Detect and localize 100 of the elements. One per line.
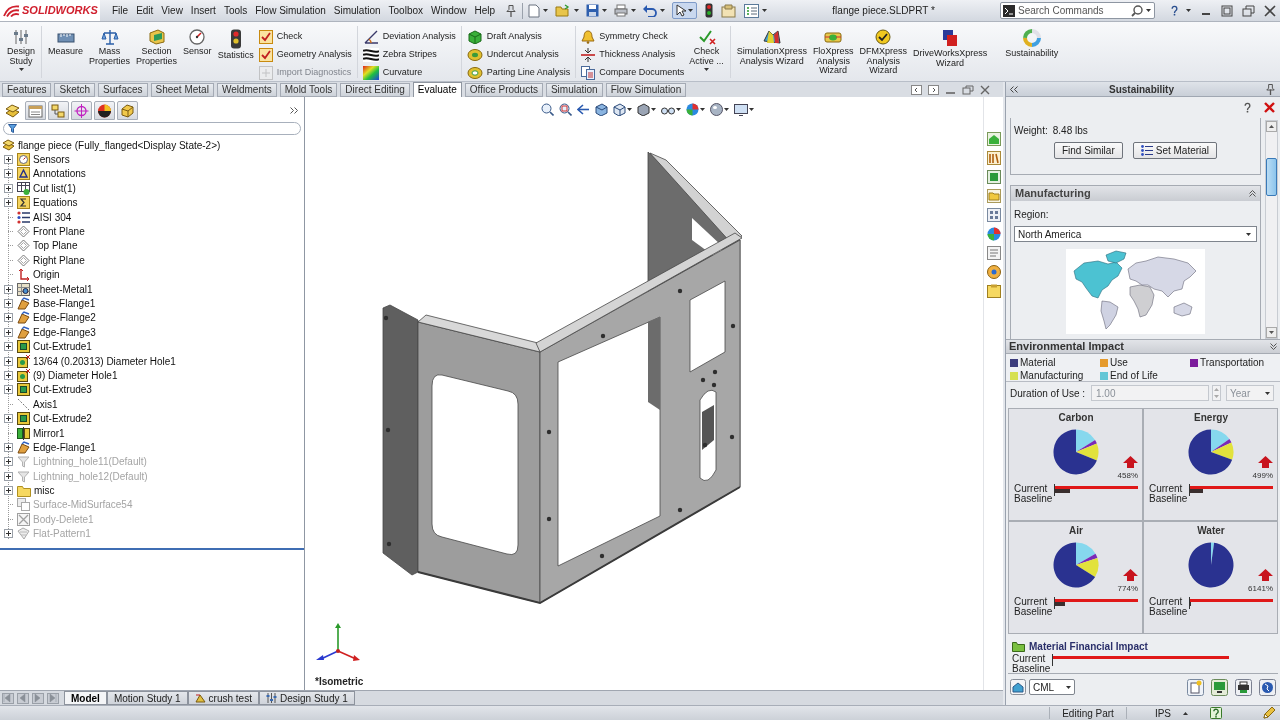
menu-item[interactable]: Insert (186, 1, 220, 20)
expand-icon[interactable] (4, 442, 13, 452)
command-tab[interactable]: Office Products (464, 83, 543, 97)
scrollbar-thumb[interactable] (1266, 158, 1277, 196)
caret-icon[interactable] (762, 9, 768, 12)
caret-icon[interactable] (1246, 232, 1251, 236)
ribbon-button[interactable]: Geometry Analysis (258, 46, 352, 64)
ribbon-button[interactable]: Draft Analysis (466, 28, 571, 46)
tree-item[interactable]: Front Plane (0, 224, 85, 239)
menu-item[interactable]: Edit (132, 1, 158, 20)
zoom-area-icon[interactable] (559, 103, 572, 116)
expand-icon[interactable] (4, 313, 13, 323)
tree-item[interactable]: Cut-Extrude1 (0, 339, 92, 354)
menu-item[interactable]: Window (427, 1, 471, 20)
tree-item[interactable]: Axis1 (0, 397, 58, 412)
document-icon[interactable] (1187, 678, 1204, 696)
close-icon[interactable] (1264, 4, 1276, 17)
pin-icon[interactable] (1265, 83, 1276, 95)
color-ball-icon[interactable] (686, 103, 699, 116)
expand-icon[interactable] (4, 414, 13, 424)
command-tab[interactable]: Sheet Metal (150, 83, 214, 97)
filter-field[interactable] (3, 122, 301, 135)
tree-item[interactable]: AISI 304 (0, 209, 72, 225)
ribbon-button[interactable]: Thickness Analysis (581, 46, 685, 64)
model-tab[interactable]: Motion Study 1 (106, 691, 188, 705)
command-tab[interactable]: Features (2, 83, 52, 97)
books-icon[interactable] (986, 151, 1001, 165)
command-tab[interactable]: Flow Simulation (605, 83, 687, 97)
command-tab[interactable]: Simulation (545, 83, 603, 97)
ribbon-button[interactable]: Check (258, 28, 352, 46)
tree-item[interactable]: Sensors (0, 152, 70, 167)
pin-icon[interactable] (505, 4, 518, 17)
zoom-fit-icon[interactable] (541, 103, 554, 116)
restore-icon[interactable] (962, 84, 974, 95)
menu-item[interactable]: Flow Simulation (251, 1, 330, 20)
expand-icon[interactable] (4, 169, 13, 179)
glasses-icon[interactable] (661, 104, 675, 115)
scroll-down-icon[interactable] (1266, 327, 1277, 338)
collapse-down-icon[interactable] (1270, 343, 1277, 350)
ribbon-button[interactable]: Statistics (214, 23, 257, 81)
tree-item[interactable]: Sheet-Metal1 (0, 281, 93, 297)
scrollbar-track[interactable] (1265, 120, 1278, 339)
pane-button[interactable]: Find Similar (1053, 142, 1123, 159)
expand-icon[interactable] (4, 370, 13, 380)
ribbon-button[interactable]: Check Active ... (686, 23, 727, 81)
command-tab[interactable]: Weldments (216, 83, 277, 97)
ribbon-button[interactable]: SimulationXpress Analysis Wizard (733, 23, 810, 81)
search-field[interactable]: Search Commands (1000, 2, 1155, 19)
model-tab[interactable]: Model (64, 691, 107, 705)
caret-icon[interactable] (574, 9, 580, 12)
target-icon[interactable] (986, 265, 1001, 279)
tree-item[interactable]: Origin (0, 267, 60, 282)
menu-item[interactable]: Simulation (329, 1, 385, 20)
ribbon-button[interactable]: DFMXpress Analysis Wizard (856, 23, 910, 81)
ribbon-button[interactable]: Design Study (4, 23, 38, 81)
units-select[interactable]: CML (1029, 679, 1075, 695)
expand-icon[interactable] (4, 356, 13, 366)
clipboard-icon[interactable] (986, 284, 1001, 298)
solid-cube-icon[interactable] (637, 103, 650, 116)
ribbon-button[interactable]: Measure (45, 23, 87, 81)
model-tab[interactable]: crush test (187, 691, 259, 705)
ribbon-button[interactable]: Sustainability (1002, 23, 1062, 81)
expand-icon[interactable] (4, 385, 13, 395)
ribbon-button[interactable]: Undercut Analysis (466, 46, 571, 64)
status-units[interactable]: IPS (1154, 705, 1171, 720)
caret-icon[interactable] (1066, 685, 1071, 689)
expand-icon[interactable] (4, 486, 13, 496)
ribbon-button[interactable]: Compare Documents (581, 64, 685, 82)
caret-icon[interactable] (1265, 391, 1270, 395)
expand-icon[interactable] (4, 327, 13, 337)
ribbon-button[interactable]: Sensor (180, 23, 215, 81)
command-tab[interactable]: Evaluate (412, 82, 462, 97)
tile-windows-icon[interactable] (1221, 4, 1233, 17)
sphere-icon[interactable] (710, 103, 723, 116)
caret-icon[interactable] (704, 68, 710, 71)
caret-icon[interactable] (602, 9, 608, 12)
menu-item[interactable]: Toolbox (384, 1, 427, 20)
expand-icon[interactable] (4, 529, 13, 539)
expand-icon[interactable] (4, 284, 13, 294)
menu-item[interactable]: File (108, 1, 133, 20)
clipboard-icon[interactable] (721, 3, 737, 18)
tree-item[interactable]: Cut-Extrude2 (0, 411, 92, 426)
save-icon[interactable] (586, 4, 600, 17)
pane-button[interactable]: Set Material (1132, 142, 1218, 159)
caret-icon[interactable] (543, 9, 549, 12)
folder-icon[interactable] (986, 189, 1001, 203)
caret-icon[interactable] (651, 108, 656, 111)
caret-icon[interactable] (1146, 9, 1151, 12)
view-previous-icon[interactable] (911, 84, 922, 95)
tree-item[interactable]: Edge-Flange1 (0, 440, 96, 455)
scroll-up-icon[interactable] (1266, 121, 1277, 132)
help-icon[interactable] (1210, 707, 1222, 719)
tree-item[interactable]: Top Plane (0, 238, 78, 254)
house-icon[interactable] (986, 132, 1001, 146)
double-chevron-icon[interactable] (290, 107, 298, 114)
checklist-icon[interactable] (744, 3, 760, 18)
ribbon-button[interactable]: Symmetry Check (581, 28, 685, 46)
square-icon[interactable] (986, 170, 1001, 184)
ribbon-button[interactable]: Mass Properties (86, 23, 134, 81)
command-tab[interactable]: Mold Tools (279, 83, 338, 97)
